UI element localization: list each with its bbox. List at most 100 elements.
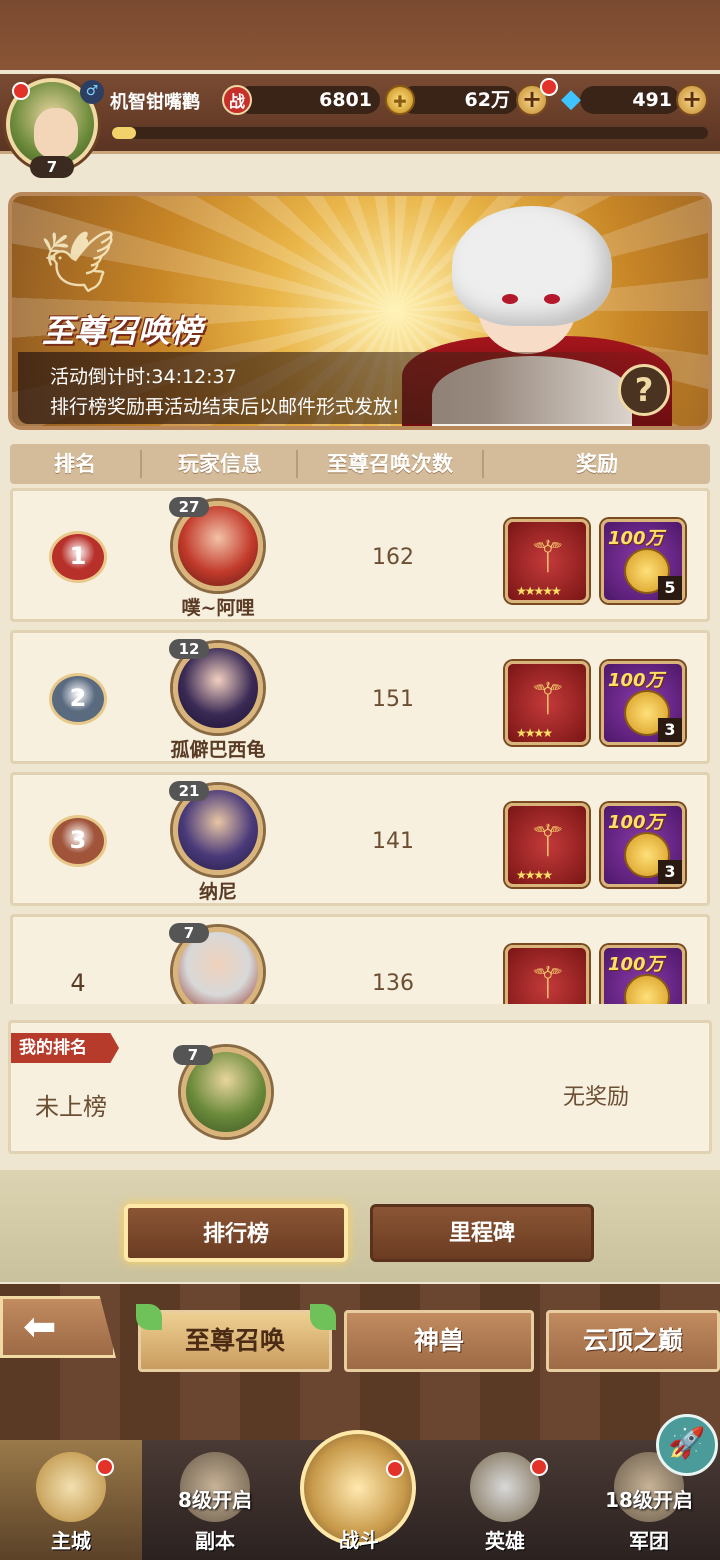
reward-quantity: 3: [658, 860, 682, 884]
player-name: 机智钳嘴鹳: [110, 92, 200, 113]
reward-quantity: 5: [658, 576, 682, 600]
reward-gold-item[interactable]: 100万 5: [601, 519, 685, 603]
diamond-icon: ◆: [561, 84, 581, 114]
player-level-badge: 7: [169, 923, 209, 943]
table-row: 2 12 孤僻巴西龟 151 ⚚ ★★★★ 100万 3: [10, 630, 710, 764]
summon-count: 136: [372, 971, 414, 996]
table-row: 1 27 噗~阿哩 162 ⚚ ★★★★★ 100万 5: [10, 488, 710, 622]
player-level-badge: 12: [169, 639, 209, 659]
hero-hair: [452, 206, 612, 326]
reward-staff-item[interactable]: ⚚ ★★★★★: [505, 519, 589, 603]
nav-heroes[interactable]: 英雄: [434, 1440, 576, 1560]
my-rank-status: 未上榜: [35, 1093, 107, 1121]
gold-coin-icon: ✚: [385, 85, 415, 115]
reward-gold-item[interactable]: 100万 3: [601, 803, 685, 887]
coin-label: 100万: [608, 812, 664, 833]
reward-gold-item[interactable]: 100万: [601, 945, 685, 1004]
reward-staff-item[interactable]: ⚚ ★★★★: [505, 661, 589, 745]
staff-icon: ⚚: [528, 532, 568, 583]
table-row: 4 7 136 ⚚ 100万: [10, 914, 710, 1004]
nav-notification-dot: [530, 1458, 548, 1476]
avatar-face: [34, 108, 78, 158]
experience-fill: [112, 127, 136, 139]
leaf-icon: [310, 1304, 336, 1330]
nav-battle-label: 战斗: [339, 1528, 379, 1552]
avatar-notification-dot: [12, 82, 30, 100]
nav-label: 主城: [51, 1529, 91, 1553]
rank-medal-3: 3: [49, 815, 107, 867]
back-arrow-button[interactable]: ⬅: [0, 1296, 116, 1358]
castle-icon: [36, 1452, 106, 1522]
nav-label: 英雄: [485, 1529, 525, 1553]
my-reward: 无奖励: [562, 1085, 629, 1110]
gold-notification-dot: [540, 78, 558, 96]
header-rank: 排名: [54, 452, 96, 476]
stars-rating: ★★★★: [516, 868, 553, 882]
leaderboard-button[interactable]: 排行榜: [124, 1204, 348, 1262]
my-rank-panel: 我的排名 未上榜 7 无奖励: [8, 1020, 712, 1154]
header-summon-count: 至尊召唤次数: [327, 452, 453, 476]
rank-number: 4: [70, 969, 86, 997]
rocket-icon[interactable]: 🚀: [656, 1414, 718, 1476]
player-level-badge: 27: [169, 497, 209, 517]
reward-quantity: 3: [658, 718, 682, 742]
reward-note: 排行榜奖励再活动结束后以邮件形式发放!: [50, 396, 400, 418]
coin-label: 100万: [608, 528, 664, 549]
summon-count: 151: [372, 687, 414, 712]
my-rank-tag: 我的排名: [11, 1033, 119, 1063]
rank-medal-1: 1: [49, 531, 107, 583]
stars-rating: ★★★★: [516, 726, 553, 740]
player-level: 7: [30, 156, 74, 178]
leaf-icon: [136, 1304, 162, 1330]
button-bar: [0, 1170, 720, 1282]
tab-divine-beast[interactable]: 神兽: [344, 1310, 534, 1372]
help-button[interactable]: ?: [618, 364, 670, 416]
staff-icon: ⚚: [528, 958, 568, 1004]
event-countdown: 活动倒计时:34:12:37: [50, 366, 237, 388]
unlock-hint: 8级开启: [178, 1488, 252, 1512]
nav-label: 军团: [629, 1529, 669, 1553]
hero-eye-right: [544, 294, 560, 304]
player-name: 纳尼: [198, 881, 237, 903]
unlock-hint: 18级开启: [605, 1488, 693, 1512]
header-player-info: 玩家信息: [178, 452, 262, 476]
table-row: 3 21 纳尼 141 ⚚ ★★★★ 100万 3: [10, 772, 710, 906]
nav-notification-dot: [386, 1460, 404, 1478]
helmet-icon: [470, 1452, 540, 1522]
power-value: 6801: [236, 86, 380, 114]
reward-gold-item[interactable]: 100万 3: [601, 661, 685, 745]
milestone-button[interactable]: 里程碑: [370, 1204, 594, 1262]
table-header: 排名 玩家信息 至尊召唤次数 奖励: [10, 444, 710, 484]
nav-notification-dot: [96, 1458, 114, 1476]
header-reward: 奖励: [576, 452, 618, 476]
hero-eye-left: [502, 294, 518, 304]
coin-label: 100万: [608, 954, 664, 975]
reward-staff-item[interactable]: ⚚ ★★★★: [505, 803, 589, 887]
tab-cloud-summit[interactable]: 云顶之巅: [546, 1310, 720, 1372]
staff-icon: ⚚: [528, 674, 568, 725]
my-level-badge: 7: [173, 1045, 213, 1065]
player-name: 孤僻巴西龟: [170, 739, 266, 761]
gold-value: 62万: [400, 86, 518, 114]
rank-medal-2: 2: [49, 673, 107, 725]
reward-staff-item[interactable]: ⚚: [505, 945, 589, 1004]
staff-icon: ⚚: [528, 816, 568, 867]
summon-count: 141: [372, 829, 414, 854]
coin-label: 100万: [608, 670, 664, 691]
summon-count: 162: [372, 545, 414, 570]
clover-coin-icon: [624, 974, 670, 1004]
add-gems-button[interactable]: +: [676, 84, 708, 116]
nav-dungeon[interactable]: 8级开启 副本: [144, 1440, 286, 1560]
power-icon: 战: [222, 85, 252, 115]
tab-supreme-summon[interactable]: 至尊召唤: [138, 1310, 332, 1372]
stars-rating: ★★★★★: [516, 584, 562, 598]
gender-icon: ♂: [80, 80, 104, 104]
player-name: 噗~阿哩: [181, 597, 255, 619]
nav-main-city[interactable]: 主城: [0, 1440, 142, 1560]
player-level-badge: 21: [169, 781, 209, 801]
banner-title: 至尊召唤榜: [42, 312, 203, 350]
ranking-list[interactable]: 1 27 噗~阿哩 162 ⚚ ★★★★★ 100万 5 2 12 孤僻巴西龟 …: [0, 486, 720, 1004]
experience-bar: [110, 125, 710, 141]
nav-label: 副本: [195, 1529, 235, 1553]
dove-icon: 🕊: [40, 227, 117, 297]
